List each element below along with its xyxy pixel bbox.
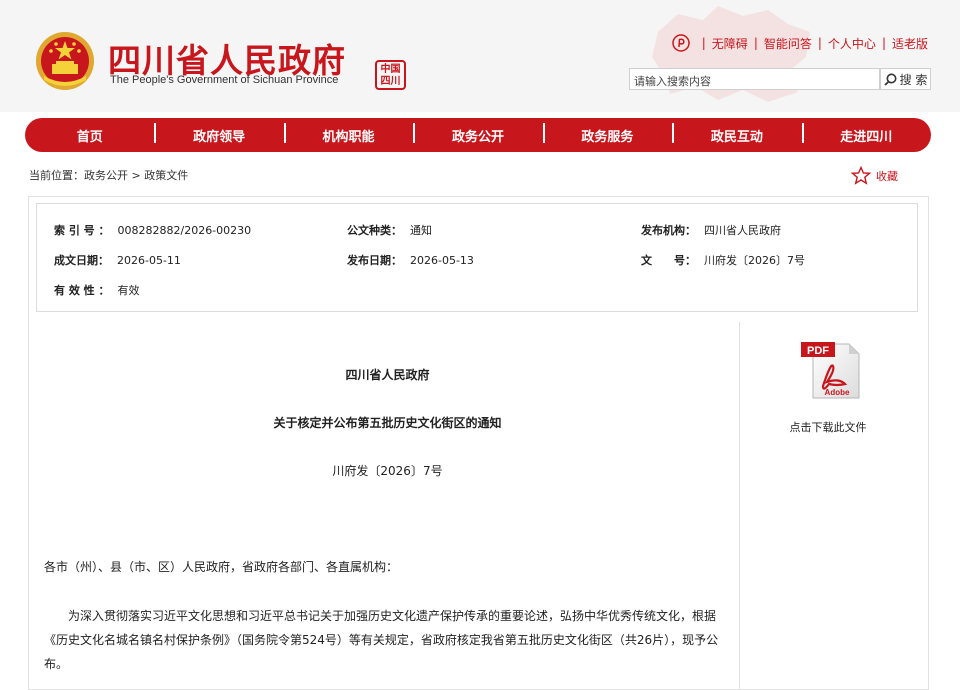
sichuan-seal-logo: 中国 四川 xyxy=(375,60,406,90)
meta-validity: 有 效 性 ：有效 xyxy=(54,284,140,297)
meta-created: 成文日期： 2026-05-11 xyxy=(54,254,181,267)
document-addressee: 各市（州）、县（市、区）人民政府，省政府各部门、各直属机构： xyxy=(44,560,399,574)
search-input[interactable]: 请输入搜索内容 xyxy=(629,68,880,90)
meta-docno: 文 号： 川府发〔2026〕7号 xyxy=(641,254,805,267)
pdf-file-icon: PDF Adobe xyxy=(801,342,860,399)
pdf-download-link[interactable]: PDF Adobe xyxy=(790,340,866,404)
search-button-label: 搜 索 xyxy=(899,72,928,87)
meta-published: 发布日期： 2026-05-13 xyxy=(347,254,474,267)
separator: | xyxy=(753,36,758,50)
toplink-personal-center[interactable]: 个人中心 xyxy=(828,35,876,52)
svg-text:PDF: PDF xyxy=(807,345,829,357)
search-icon xyxy=(883,73,897,86)
document-number: 川府发〔2026〕7号 xyxy=(332,464,443,478)
svg-text:Adobe: Adobe xyxy=(825,388,850,397)
pinterest-icon[interactable] xyxy=(672,34,690,52)
national-emblem-icon xyxy=(36,32,94,90)
sidebar-divider xyxy=(739,322,740,690)
nav-interaction[interactable]: 政民互动 xyxy=(672,122,801,145)
document-issuer: 四川省人民政府 xyxy=(345,368,430,382)
nav-leaders[interactable]: 政府领导 xyxy=(154,122,283,145)
meta-type: 公文种类： 通知 xyxy=(347,224,432,237)
document-paragraph: 为深入贯彻落实习近平文化思想和习近平总书记关于加强历史文化遗产保护传承的重要论述… xyxy=(44,609,719,671)
separator: | xyxy=(881,36,886,50)
meta-index: 索 引 号 ： 008282882/2026-00230 xyxy=(54,224,252,237)
nav-home[interactable]: 首页 xyxy=(25,126,154,145)
separator: | xyxy=(701,36,706,50)
meta-org: 发布机构： 四川省人民政府 xyxy=(641,224,781,237)
favorite-button[interactable]: 收藏 xyxy=(851,166,898,185)
star-icon xyxy=(851,166,871,185)
breadcrumb: 当前位置：政务公开 > 政策文件 xyxy=(29,169,189,182)
top-links: | 无障碍 | 智能问答 | 个人中心 | 适老版 xyxy=(672,34,928,52)
site-header: 四川省人民政府 The People's Government of Sichu… xyxy=(0,0,960,112)
separator: | xyxy=(817,36,822,50)
toplink-accessibility[interactable]: 无障碍 xyxy=(712,35,748,52)
document-title: 关于核定并公布第五批历史文化街区的通知 xyxy=(273,416,502,430)
site-subtitle: The People's Government of Sichuan Provi… xyxy=(110,74,339,86)
main-nav: 首页 政府领导 机构职能 政务公开 政务服务 政民互动 走进四川 xyxy=(25,118,931,152)
pdf-download-label[interactable]: 点击下载此文件 xyxy=(770,419,886,435)
nav-institutions[interactable]: 机构职能 xyxy=(283,122,413,145)
nav-about-sichuan[interactable]: 走进四川 xyxy=(801,122,931,145)
document-metadata: 索 引 号 ： 008282882/2026-00230 公文种类： 通知 发布机构… xyxy=(36,203,918,312)
search-button[interactable]: 搜 索 xyxy=(880,68,931,90)
favorite-label: 收藏 xyxy=(876,169,898,183)
toplink-elder-mode[interactable]: 适老版 xyxy=(892,35,928,52)
nav-services[interactable]: 政务服务 xyxy=(542,122,672,145)
toplink-qa[interactable]: 智能问答 xyxy=(764,35,812,52)
sichuan-map-decoration xyxy=(652,6,810,102)
nav-public-affairs[interactable]: 政务公开 xyxy=(413,122,542,145)
document-body: 四川省人民政府 关于核定并公布第五批历史文化街区的通知 川府发〔2026〕7号 … xyxy=(36,322,739,690)
